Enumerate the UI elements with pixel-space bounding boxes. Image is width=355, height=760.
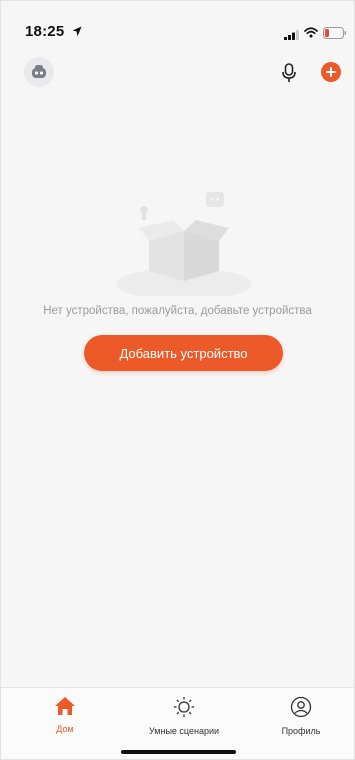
add-device-button[interactable] bbox=[321, 62, 341, 82]
plus-icon bbox=[326, 67, 336, 77]
tab-smart-scenes[interactable]: Умные сценарии bbox=[129, 696, 239, 736]
wifi-icon bbox=[304, 25, 318, 43]
battery-low-icon bbox=[323, 26, 347, 44]
cellular-signal-icon bbox=[284, 27, 300, 45]
empty-state-message: Нет устройства, пожалуйста, добавьте уст… bbox=[43, 305, 312, 317]
add-device-primary-button[interactable]: Добавить устройство bbox=[84, 335, 283, 371]
status-time: 18:25 bbox=[25, 23, 65, 40]
user-circle-icon bbox=[290, 696, 312, 723]
robot-avatar-icon[interactable] bbox=[24, 57, 54, 87]
tab-home[interactable]: Дом bbox=[10, 696, 120, 734]
home-icon bbox=[54, 696, 76, 721]
app-screen: 18:25 Нет устройства, пожалуйста, добавь… bbox=[0, 0, 355, 760]
tab-profile[interactable]: Профиль bbox=[246, 696, 354, 736]
status-bar: 18:25 bbox=[1, 1, 354, 49]
sun-icon bbox=[173, 696, 195, 723]
empty-box-icon bbox=[109, 186, 259, 301]
tab-profile-label: Профиль bbox=[281, 726, 321, 736]
tab-smart-scenes-label: Умные сценарии bbox=[148, 726, 220, 736]
location-arrow-icon bbox=[72, 24, 82, 42]
microphone-icon[interactable] bbox=[282, 63, 296, 88]
tab-home-label: Дом bbox=[56, 724, 74, 734]
home-indicator[interactable] bbox=[121, 750, 236, 754]
